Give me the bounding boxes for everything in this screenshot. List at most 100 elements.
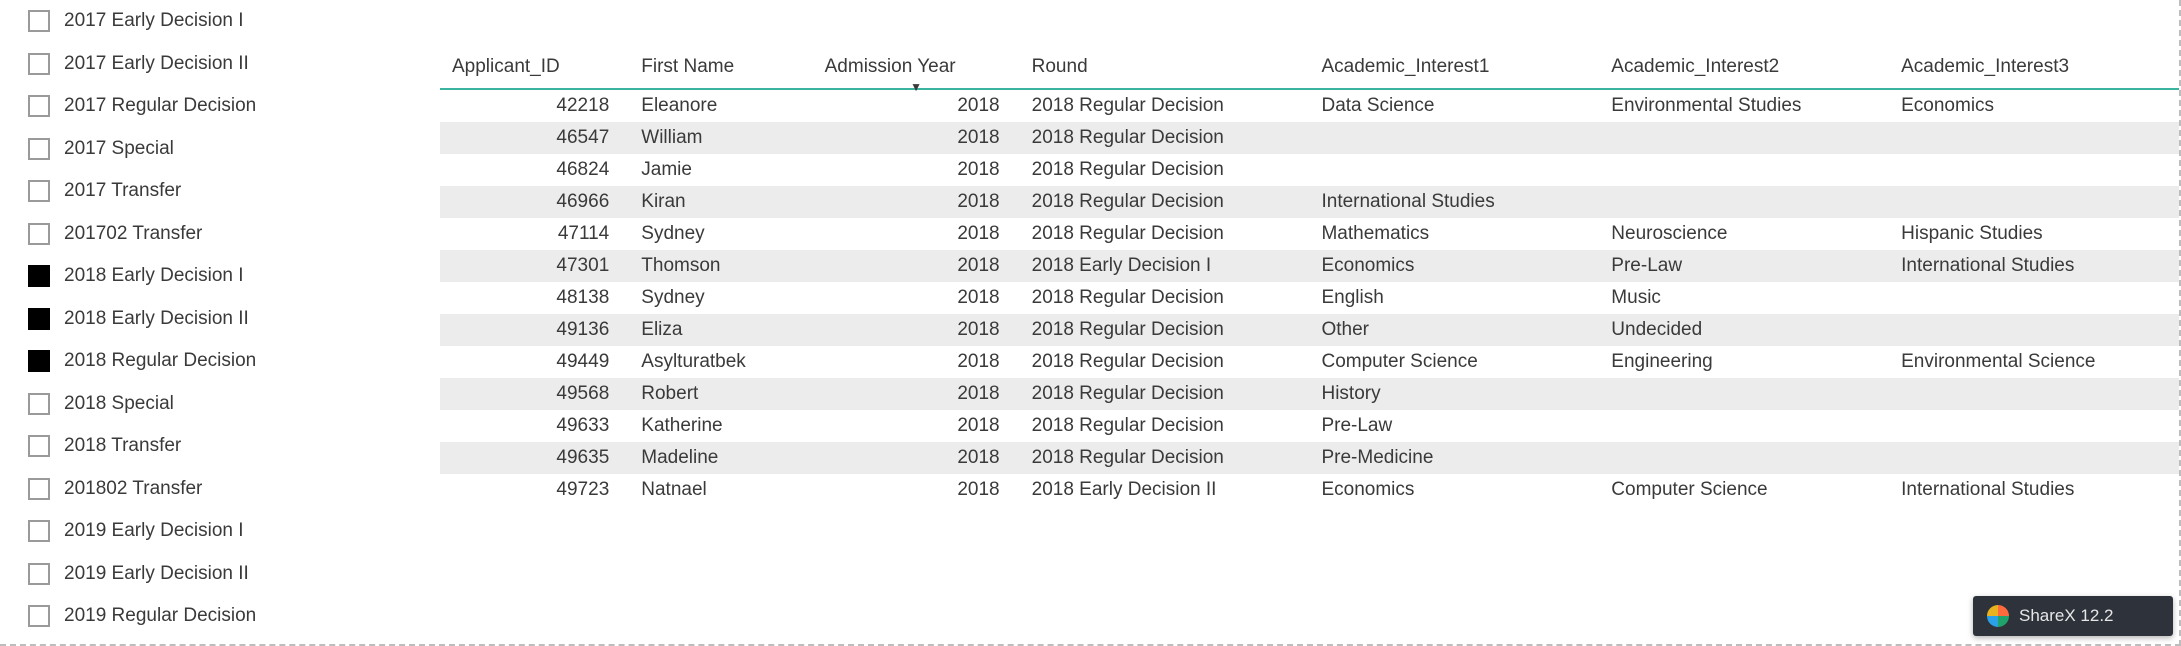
table-row[interactable]: 49723Natnael20182018 Early Decision IIEc… (440, 474, 2179, 506)
checkbox-icon[interactable] (28, 265, 50, 287)
table-row[interactable]: 49449Asylturatbek20182018 Regular Decisi… (440, 346, 2179, 378)
cell-year: 2018 (813, 314, 1020, 346)
checkbox-icon[interactable] (28, 478, 50, 500)
column-header-year[interactable]: Admission Year▼ (813, 48, 1020, 89)
table-body: 42218Eleanore20182018 Regular DecisionDa… (440, 89, 2179, 506)
slicer-item[interactable]: 2018 Transfer (28, 425, 410, 468)
checkbox-icon[interactable] (28, 180, 50, 202)
slicer-item-label: 2018 Transfer (64, 435, 181, 457)
checkbox-icon[interactable] (28, 95, 50, 117)
checkbox-icon[interactable] (28, 138, 50, 160)
cell-first: Jamie (629, 154, 812, 186)
column-header-round[interactable]: Round (1020, 48, 1310, 89)
cell-round: 2018 Regular Decision (1020, 346, 1310, 378)
checkbox-icon[interactable] (28, 350, 50, 372)
slicer-item[interactable]: 2019 Early Decision II (28, 553, 410, 596)
column-header-label: Academic_Interest1 (1321, 56, 1489, 77)
cell-i3 (1889, 186, 2179, 218)
cell-round: 2018 Regular Decision (1020, 282, 1310, 314)
column-header-id[interactable]: Applicant_ID (440, 48, 629, 89)
sharex-label: ShareX 12.2 (2019, 606, 2114, 626)
cell-round: 2018 Early Decision I (1020, 250, 1310, 282)
table-row[interactable]: 42218Eleanore20182018 Regular DecisionDa… (440, 89, 2179, 122)
slicer-item-label: 2017 Early Decision I (64, 10, 244, 32)
cell-i3: Hispanic Studies (1889, 218, 2179, 250)
cell-i1: Data Science (1309, 89, 1599, 122)
cell-first: Robert (629, 378, 812, 410)
checkbox-icon[interactable] (28, 53, 50, 75)
cell-year: 2018 (813, 442, 1020, 474)
cell-i2 (1599, 442, 1889, 474)
cell-round: 2018 Regular Decision (1020, 89, 1310, 122)
table-row[interactable]: 48138Sydney20182018 Regular DecisionEngl… (440, 282, 2179, 314)
checkbox-icon[interactable] (28, 308, 50, 330)
slicer-item[interactable]: 201802 Transfer (28, 468, 410, 511)
cell-i2: Pre-Law (1599, 250, 1889, 282)
table-row[interactable]: 47114Sydney20182018 Regular DecisionMath… (440, 218, 2179, 250)
cell-year: 2018 (813, 346, 1020, 378)
cell-i2 (1599, 410, 1889, 442)
round-slicer[interactable]: 2017 Early Decision I 2017 Early Decision… (0, 0, 410, 644)
checkbox-icon[interactable] (28, 10, 50, 32)
cell-i1 (1309, 122, 1599, 154)
table-row[interactable]: 49136Eliza20182018 Regular DecisionOther… (440, 314, 2179, 346)
slicer-item[interactable]: 2018 Regular Decision (28, 340, 410, 383)
checkbox-icon[interactable] (28, 605, 50, 627)
cell-first: Kiran (629, 186, 812, 218)
cell-round: 2018 Regular Decision (1020, 186, 1310, 218)
checkbox-icon[interactable] (28, 520, 50, 542)
column-header-first[interactable]: First Name (629, 48, 812, 89)
cell-i2 (1599, 378, 1889, 410)
slicer-item[interactable]: 2018 Early Decision I (28, 255, 410, 298)
slicer-item[interactable]: 2017 Special (28, 128, 410, 171)
cell-i1: English (1309, 282, 1599, 314)
table-row[interactable]: 47301Thomson20182018 Early Decision IEco… (440, 250, 2179, 282)
checkbox-icon[interactable] (28, 435, 50, 457)
slicer-item[interactable]: 2017 Transfer (28, 170, 410, 213)
slicer-item-label: 2018 Regular Decision (64, 350, 256, 372)
table-row[interactable]: 49633Katherine20182018 Regular DecisionP… (440, 410, 2179, 442)
cell-id: 47114 (440, 218, 629, 250)
cell-i1: Economics (1309, 250, 1599, 282)
table-row[interactable]: 49635Madeline20182018 Regular DecisionPr… (440, 442, 2179, 474)
table-row[interactable]: 46824Jamie20182018 Regular Decision (440, 154, 2179, 186)
cell-year: 2018 (813, 122, 1020, 154)
slicer-item[interactable]: 2018 Special (28, 383, 410, 426)
slicer-item[interactable]: 2018 Early Decision II (28, 298, 410, 341)
slicer-item[interactable]: 2017 Early Decision II (28, 43, 410, 86)
cell-first: Eliza (629, 314, 812, 346)
cell-id: 49633 (440, 410, 629, 442)
cell-i3: International Studies (1889, 474, 2179, 506)
cell-round: 2018 Early Decision II (1020, 474, 1310, 506)
slicer-item[interactable]: 2019 Early Decision I (28, 510, 410, 553)
column-header-i2[interactable]: Academic_Interest2 (1599, 48, 1889, 89)
slicer-item-label: 2019 Early Decision II (64, 563, 249, 585)
cell-i2 (1599, 122, 1889, 154)
table-row[interactable]: 46547William20182018 Regular Decision (440, 122, 2179, 154)
sharex-logo-icon (1987, 605, 2009, 627)
column-header-label: Round (1032, 56, 1088, 77)
slicer-item[interactable]: 2017 Early Decision I (28, 0, 410, 43)
checkbox-icon[interactable] (28, 563, 50, 585)
slicer-item[interactable]: 2017 Regular Decision (28, 85, 410, 128)
cell-year: 2018 (813, 378, 1020, 410)
applicants-table[interactable]: Applicant_IDFirst NameAdmission Year▼ Rou… (440, 48, 2179, 506)
cell-year: 2018 (813, 186, 1020, 218)
cell-i3 (1889, 154, 2179, 186)
cell-i3 (1889, 282, 2179, 314)
cell-i3: International Studies (1889, 250, 2179, 282)
table-row[interactable]: 49568Robert20182018 Regular DecisionHist… (440, 378, 2179, 410)
slicer-item-label: 2019 Regular Decision (64, 605, 256, 627)
checkbox-icon[interactable] (28, 223, 50, 245)
slicer-item[interactable]: 2019 Regular Decision (28, 595, 410, 638)
cell-i3 (1889, 122, 2179, 154)
cell-i1: Pre-Law (1309, 410, 1599, 442)
slicer-item[interactable]: 201702 Transfer (28, 213, 410, 256)
checkbox-icon[interactable] (28, 393, 50, 415)
column-header-i1[interactable]: Academic_Interest1 (1309, 48, 1599, 89)
column-header-i3[interactable]: Academic_Interest3 (1889, 48, 2179, 89)
slicer-item-label: 201802 Transfer (64, 478, 202, 500)
table-row[interactable]: 46966Kiran20182018 Regular DecisionInter… (440, 186, 2179, 218)
slicer-item-label: 2018 Early Decision I (64, 265, 244, 287)
cell-i2: Neuroscience (1599, 218, 1889, 250)
